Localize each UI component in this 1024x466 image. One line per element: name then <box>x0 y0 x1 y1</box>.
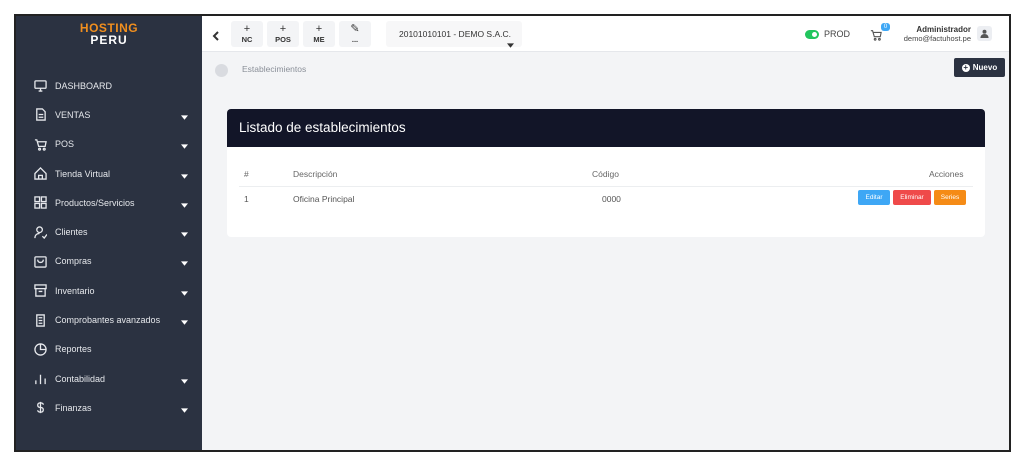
column-header-actions: Acciones <box>929 169 964 179</box>
bar-chart-icon <box>33 372 47 386</box>
row-description: Oficina Principal <box>293 194 355 204</box>
sidebar-item-label: Inventario <box>55 285 95 296</box>
plus-icon: + <box>315 23 323 35</box>
company-label: 20101010101 - DEMO S.A.C. <box>399 29 511 39</box>
quick-label: ME <box>313 35 325 44</box>
user-check-icon <box>33 225 47 239</box>
chevron-down-icon <box>181 141 188 149</box>
environment-toggle[interactable] <box>805 30 819 39</box>
sidebar-item-label: Tienda Virtual <box>55 168 111 179</box>
chevron-down-icon <box>181 229 188 237</box>
new-button[interactable]: + Nuevo <box>954 58 1005 77</box>
series-button[interactable]: Series <box>934 190 966 205</box>
column-header-description: Descripción <box>293 169 338 179</box>
user-name[interactable]: Administrador <box>916 25 971 34</box>
row-number: 1 <box>244 194 249 204</box>
card-title: Listado de establecimientos <box>227 109 985 147</box>
user-avatar[interactable] <box>977 26 992 41</box>
sidebar-item-label: Contabilidad <box>55 373 106 384</box>
quick-label: ... <box>351 35 359 44</box>
quick-nc-button[interactable]: + NC <box>231 21 263 47</box>
plus-icon: + <box>243 23 251 35</box>
sidebar-item-label: Clientes <box>55 227 88 238</box>
sidebar-item-tienda-virtual[interactable]: Tienda Virtual <box>16 159 202 188</box>
chevron-down-icon <box>181 288 188 296</box>
breadcrumb[interactable]: Establecimientos <box>242 64 306 74</box>
sidebar-item-label: VENTAS <box>55 109 91 120</box>
chevron-down-icon <box>181 112 188 120</box>
edit-button[interactable]: Editar <box>858 190 890 205</box>
logo[interactable]: HOSTING PERU <box>16 22 202 46</box>
sidebar-item-label: Productos/Servicios <box>55 197 135 208</box>
sidebar: HOSTING PERU DASHBOARD VENTAS POS Tienda… <box>16 16 202 450</box>
grid-icon <box>33 196 47 210</box>
delete-button[interactable]: Eliminar <box>893 190 931 205</box>
sidebar-item-label: DASHBOARD <box>55 80 113 91</box>
sidebar-item-label: Compras <box>55 256 92 267</box>
sidebar-item-reportes[interactable]: Reportes <box>16 335 202 364</box>
receipt-icon <box>33 313 47 327</box>
chevron-down-icon <box>181 200 188 208</box>
cart-icon[interactable] <box>870 28 882 41</box>
column-header-code: Código <box>592 169 619 179</box>
chevron-down-icon <box>181 317 188 325</box>
sidebar-nav: DASHBOARD VENTAS POS Tienda Virtual Prod… <box>16 71 202 423</box>
sidebar-item-pos[interactable]: POS <box>16 130 202 159</box>
sidebar-item-clientes[interactable]: Clientes <box>16 217 202 246</box>
sidebar-item-label: POS <box>55 139 75 150</box>
chevron-down-icon <box>181 376 188 384</box>
cart-count-badge: 0 <box>881 23 890 31</box>
plus-circle-icon: + <box>961 62 970 72</box>
sidebar-item-comprobantes[interactable]: Comprobantes avanzados <box>16 305 202 334</box>
document-icon <box>33 108 47 122</box>
monitor-icon <box>33 79 47 93</box>
chevron-down-icon <box>507 32 514 58</box>
sidebar-item-compras[interactable]: Compras <box>16 247 202 276</box>
establishments-card: Listado de establecimientos # Descripció… <box>227 109 985 237</box>
sidebar-item-dashboard[interactable]: DASHBOARD <box>16 71 202 100</box>
header-divider <box>239 186 973 187</box>
cart-icon <box>33 137 47 151</box>
column-header-number: # <box>244 169 249 179</box>
sidebar-item-label: Comprobantes avanzados <box>55 315 161 326</box>
sidebar-item-contabilidad[interactable]: Contabilidad <box>16 364 202 393</box>
logo-line2: PERU <box>90 33 128 47</box>
chevron-left-icon <box>212 31 219 41</box>
breadcrumb-icon <box>215 64 228 77</box>
sidebar-item-finanzas[interactable]: Finanzas <box>16 393 202 422</box>
quick-me-button[interactable]: + ME <box>303 21 335 47</box>
sidebar-item-productos[interactable]: Productos/Servicios <box>16 188 202 217</box>
collapse-sidebar-button[interactable] <box>212 28 222 41</box>
quick-more-button[interactable]: ✎ ... <box>339 21 371 47</box>
quick-label: NC <box>241 35 253 44</box>
chevron-down-icon <box>181 405 188 413</box>
sidebar-item-label: Finanzas <box>55 402 92 413</box>
new-button-label: Nuevo <box>972 63 998 72</box>
bag-icon <box>33 254 47 268</box>
home-icon <box>33 167 47 181</box>
archive-icon <box>33 284 47 298</box>
plus-icon: + <box>279 23 287 35</box>
pencil-icon: ✎ <box>350 23 360 35</box>
chevron-down-icon <box>181 171 188 179</box>
pie-chart-icon <box>33 342 47 356</box>
sidebar-item-inventario[interactable]: Inventario <box>16 276 202 305</box>
chevron-down-icon <box>181 258 188 267</box>
sidebar-item-label: Reportes <box>55 344 92 355</box>
dollar-icon <box>33 401 47 415</box>
environment-label: PROD <box>824 29 851 39</box>
quick-pos-button[interactable]: + POS <box>267 21 299 47</box>
topbar: + NC + POS + ME ✎ ... 20101010101 - DEMO… <box>202 16 1009 52</box>
quick-label: POS <box>275 35 291 44</box>
user-email: demo@factuhost.pe <box>903 34 971 43</box>
app-window: HOSTING PERU DASHBOARD VENTAS POS Tienda… <box>14 14 1011 452</box>
sidebar-item-ventas[interactable]: VENTAS <box>16 100 202 129</box>
row-code: 0000 <box>602 194 621 204</box>
user-icon <box>980 29 989 38</box>
company-select[interactable]: 20101010101 - DEMO S.A.C. <box>386 21 522 48</box>
